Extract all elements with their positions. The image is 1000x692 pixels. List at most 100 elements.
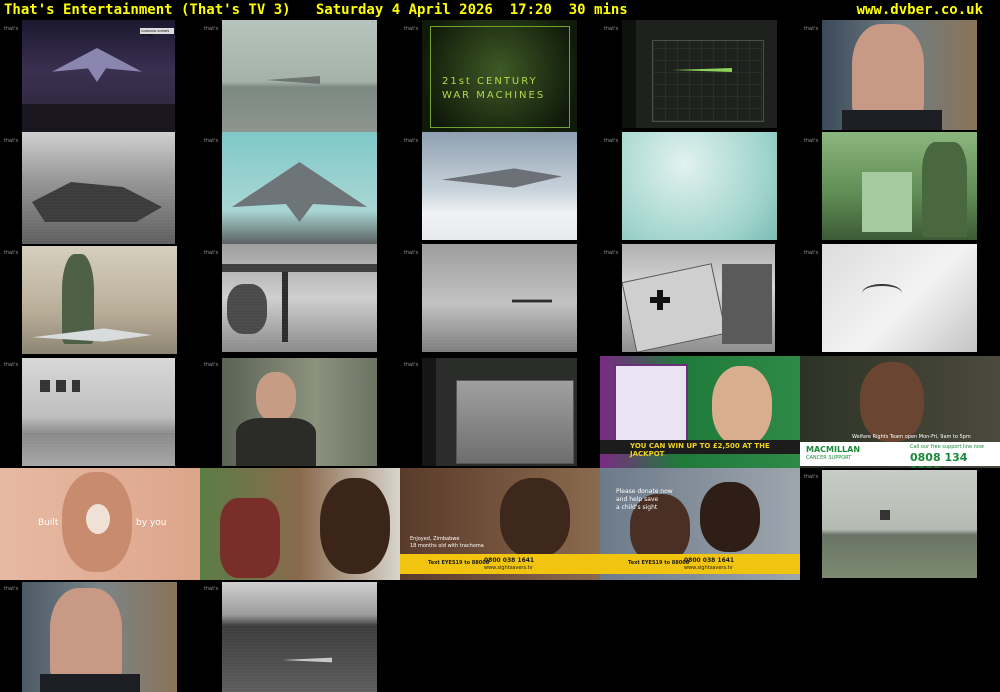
thumbnail-r6c2[interactable]: that's [200,580,400,692]
screenshot-image [622,132,777,240]
support-line-label: Call our free support line now [910,444,984,450]
screenshot-image [22,582,177,692]
donate-url: www.sightsavers.tv [684,565,733,571]
child-face [700,482,760,552]
thumbnail-r3c5[interactable]: that's [800,244,1000,356]
channel-watermark: that's [604,138,619,144]
donate-line2: and help save [616,496,659,503]
screenshot-image [622,244,775,352]
channel-watermark: that's [4,26,19,32]
channel-watermark: that's [204,362,219,368]
screenshot-image [822,132,977,240]
child-face [500,478,570,558]
caption-text: CONTAINS SCENES OF WAR [141,29,170,37]
presenter-face [50,588,122,688]
donate-line3: a child's sight [616,504,658,511]
screenshot-image [222,582,377,692]
channel-watermark: that's [204,250,219,256]
thumbnail-r4c5[interactable]: Welfare Rights Team open Mon-Fri, 9am to… [800,356,1000,468]
screenshot-image [222,20,377,132]
thumbnail-r4c2[interactable]: that's [200,356,400,468]
ad-text-left: Built [38,518,59,528]
thumbnail-r1c3[interactable]: 21st CENTURY WAR MACHINES that's [400,20,600,132]
channel-watermark: that's [204,586,219,592]
crashed-plane [622,263,727,352]
screenshot-image [22,132,175,244]
channel-watermark: that's [204,138,219,144]
screenshot-image [422,132,577,240]
ad-image: Built by you [0,468,200,580]
channel-watermark: that's [804,474,819,480]
text-donate: Text EYES19 to 88008 [628,560,690,566]
header-bar: That's Entertainment (That's TV 3) Satur… [0,0,1000,20]
thumbnail-r3c4[interactable]: that's [600,244,800,356]
thumbnail-r2c5[interactable]: that's [800,132,1000,244]
caption-line2: 18 months old with trachoma [410,543,484,549]
screenshot-image [22,246,177,354]
thumbnail-r5c1[interactable]: Built by you [0,468,200,580]
channel-watermark: that's [4,362,19,368]
presenter-face [256,372,296,422]
site-link[interactable]: www.dvber.co.uk [857,0,983,20]
thumbnail-r4c4[interactable]: YOU CAN WIN UP TO £2,500 AT THE JACKPOT [600,356,800,468]
screenshot-image: 21st CENTURY WAR MACHINES [422,20,577,132]
channel-watermark: that's [604,26,619,32]
screenshot-image [822,470,977,578]
screenshot-image [222,244,377,352]
title-card-line1: 21st CENTURY [442,76,538,87]
thumbnail-r2c4[interactable]: that's [600,132,800,244]
presenter-face [852,24,924,124]
channel-watermark: that's [404,362,419,368]
screenshot-image [222,132,377,244]
ad-image [200,468,400,580]
thumbnail-r5c5[interactable]: that's [800,468,1000,580]
screenshot-image [422,244,577,352]
thumbnail-r5c3[interactable]: Enjoyed, Zimbabwe 18 months old with tra… [400,468,600,580]
thumbnail-r1c2[interactable]: that's [200,20,400,132]
thumbnail-r3c3[interactable]: that's [400,244,600,356]
thumbnail-r3c1[interactable]: that's [0,244,200,356]
presenter [712,366,772,446]
jackpot-text: YOU CAN WIN UP TO £2,500 AT THE JACKPOT [630,442,770,458]
sightsavers-ad-image: Enjoyed, Zimbabwe 18 months old with tra… [400,468,600,580]
screenshot-image [822,20,977,130]
screenshot-image: CONTAINS SCENES OF WAR [22,20,175,132]
thumbnail-r2c1[interactable]: that's [0,132,200,244]
thumbnail-r1c1[interactable]: CONTAINS SCENES OF WAR that's [0,20,200,132]
thumbnail-r6c1[interactable]: that's [0,580,200,692]
donate-phone: 0800 038 1641 [484,557,535,564]
support-phone: 0808 134 1000 [910,451,968,468]
channel-watermark: that's [604,250,619,256]
thumbnail-r1c4[interactable]: that's [600,20,800,132]
thumbnail-r3c2[interactable]: that's [200,244,400,356]
donate-line1: Please donate now [616,488,673,495]
channel-watermark: that's [4,138,19,144]
text-donate: Text EYES19 to 88008 [428,560,490,566]
screenshot-image [22,358,175,466]
jet-shape [52,48,142,82]
donate-phone: 0800 038 1641 [684,557,735,564]
channel-watermark: that's [804,250,819,256]
thumbnail-r2c3[interactable]: that's [400,132,600,244]
donate-url: www.sightsavers.tv [484,565,533,571]
thumbnail-r1c5[interactable]: that's [800,20,1000,132]
thumbnail-r4c1[interactable]: that's [0,356,200,468]
channel-watermark: that's [404,250,419,256]
ad-text-right: by you [136,518,167,528]
person-face [860,362,924,442]
programme-title: That's Entertainment (That's TV 3) Satur… [4,2,628,18]
channel-watermark: that's [404,138,419,144]
welfare-note: Welfare Rights Team open Mon-Fri, 9am to… [852,434,971,440]
thumbnail-r5c4[interactable]: Please donate now and help save a child'… [600,468,800,580]
channel-watermark: that's [804,26,819,32]
jet-shape [232,162,367,222]
thumbnail-r5c2[interactable] [200,468,400,580]
jet-shape [266,76,320,84]
screenshot-image [222,358,377,466]
thumbnail-r4c3[interactable]: that's [400,356,600,468]
channel-watermark: that's [4,586,19,592]
macmillan-logo-text: MACMILLAN [806,445,861,454]
channel-watermark: that's [4,250,19,256]
thumbnail-r2c2[interactable]: that's [200,132,400,244]
jet-shape [442,168,562,188]
